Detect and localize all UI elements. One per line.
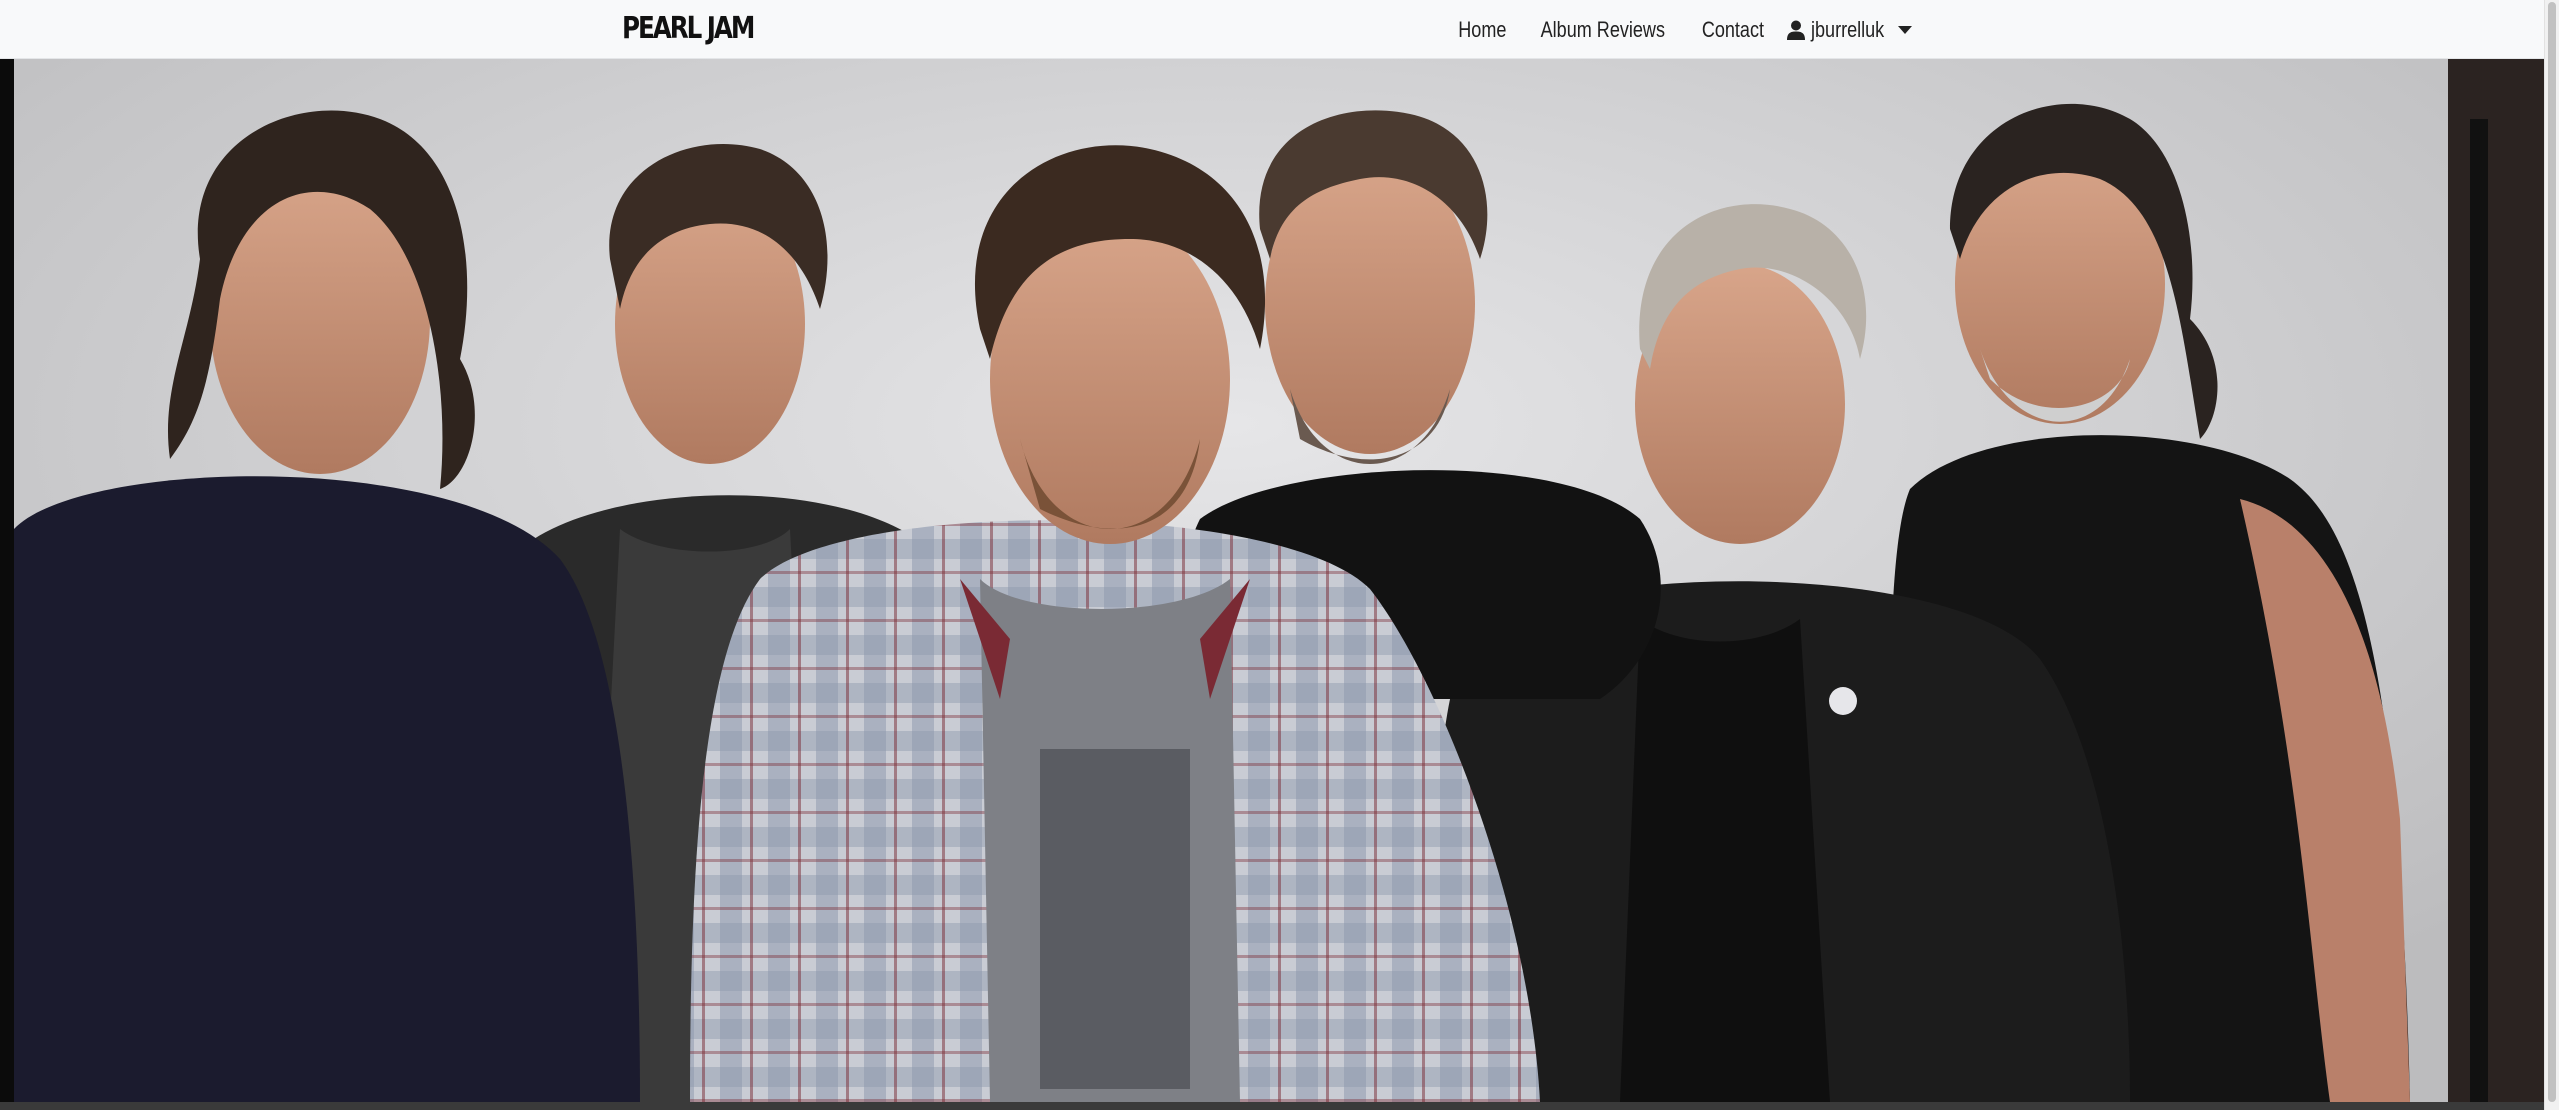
user-name: jburrelluk — [1810, 16, 1884, 42]
nav-links: Home Album Reviews Contact jburrelluk — [1445, 0, 1912, 59]
hero-band-photo — [0, 59, 2544, 1102]
chevron-down-icon — [1898, 25, 1912, 34]
top-navbar: PEARL JAM Home Album Reviews Contact jbu… — [0, 0, 2544, 59]
user-dropdown-toggle[interactable]: jburrelluk — [1779, 17, 1912, 43]
user-icon — [1786, 20, 1805, 40]
nav-link-album-reviews[interactable]: Album Reviews — [1534, 17, 1671, 43]
band-photo-image — [0, 59, 2544, 1102]
vertical-scrollbar[interactable] — [2544, 0, 2559, 1110]
nav-link-contact[interactable]: Contact — [1695, 17, 1770, 43]
brand-logo[interactable]: PEARL JAM — [622, 10, 755, 48]
nav-link-home[interactable]: Home — [1451, 17, 1512, 43]
page-bottom-edge — [0, 1102, 2544, 1110]
scrollbar-thumb[interactable] — [2548, 2, 2556, 1102]
